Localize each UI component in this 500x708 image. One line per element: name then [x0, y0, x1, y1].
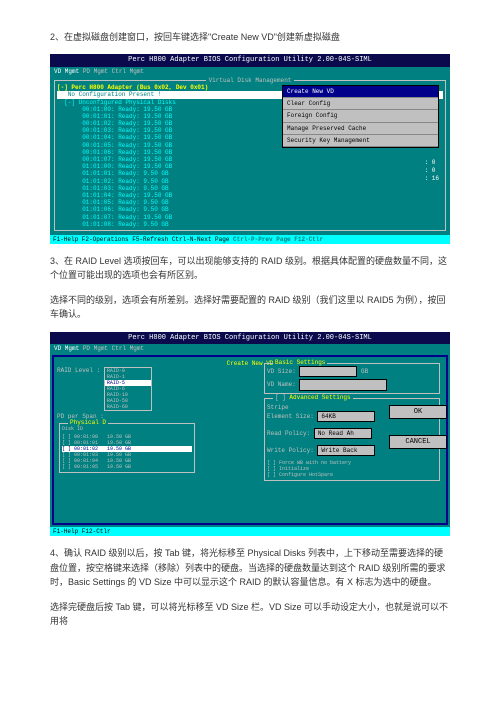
write-policy-label: Write Policy: — [267, 447, 314, 454]
step4-text-1: 4、确认 RAID 级别以后，按 Tab 键，将光标移至 Physical Di… — [50, 546, 450, 589]
menu-bar: VD Mgmt PD Mgmt Ctrl Mgmt — [50, 67, 450, 76]
basic-settings-title: Basic Settings — [273, 359, 327, 366]
step3-text-1: 3、在 RAID Level 选项按回车，可以出现能够支持的 RAID 级别。根… — [50, 254, 450, 283]
menu-vd[interactable]: VD Mgmt — [54, 68, 79, 75]
physical-disks-title: Physical D — [68, 419, 108, 426]
disk-row[interactable]: 01:01:01: Ready: 9.50 GB — [57, 170, 443, 177]
disk-row[interactable]: 01:01:00: Ready: 19.50 GB — [57, 163, 443, 170]
vdsize-field[interactable] — [299, 366, 357, 377]
terminal-body-2: Create New VD RAID Level : RAID-0RAID-1R… — [50, 353, 450, 527]
disk-row[interactable]: 01:01:05: Ready: 9.50 GB — [57, 199, 443, 206]
step2-text: 2、在虚拟磁盘创建窗口，按回车键选择"Create New VD"创建新虚拟磁盘 — [50, 30, 450, 44]
context-popup: Create New VDClear ConfigForeign ConfigM… — [282, 85, 439, 148]
vdsize-label: VD Size: — [267, 368, 296, 375]
create-vd-panel: Create New VD RAID Level : RAID-0RAID-1R… — [52, 355, 448, 525]
vdm-box: Virtual Disk Management [-] Perc H800 Ad… — [54, 80, 446, 231]
advanced-settings-group: [ ] Advanced Settings Stripe Element Siz… — [264, 398, 440, 482]
stripe-field[interactable]: 64KB — [317, 411, 375, 422]
step3-text-2: 选择不同的级别，选项会有所差别。选择好需要配置的 RAID 级别（我们这里以 R… — [50, 293, 450, 322]
write-policy-field[interactable]: Write Back — [317, 445, 375, 456]
step4-text-2: 选择完硬盘后按 Tab 键，可以将光标移至 VD Size 栏。VD Size … — [50, 600, 450, 629]
popup-item[interactable]: Foreign Config — [283, 110, 438, 122]
raid-level-dropdown[interactable]: RAID-0RAID-1RAID-5RAID-6RAID-10RAID-50RA… — [104, 367, 152, 411]
menu-rest: PD Mgmt Ctrl Mgmt — [79, 68, 144, 75]
vdname-field[interactable] — [299, 379, 387, 390]
disk-row[interactable]: 01:01:02: Ready: 9.50 GB — [57, 178, 443, 185]
vdname-label: VD Name: — [267, 381, 296, 388]
disk-row[interactable]: 00:01:07: Ready: 19.50 GB — [57, 156, 443, 163]
read-policy-field[interactable]: No Read Ah — [314, 428, 372, 439]
popup-item[interactable]: Create New VD — [283, 86, 438, 98]
window-title: Perc H800 Adapter BIOS Configuration Uti… — [50, 54, 450, 66]
diskid-header: Disk ID — [62, 426, 192, 432]
disk-row[interactable]: 01:01:06: Ready: 9.50 GB — [57, 206, 443, 213]
disk-row[interactable]: 01:01:08: Ready: 9.50 GB — [57, 221, 443, 228]
popup-item[interactable]: Security Key Management — [283, 135, 438, 147]
disk-row[interactable]: 01:01:03: Ready: 9.50 GB — [57, 185, 443, 192]
popup-item[interactable]: Clear Config — [283, 98, 438, 110]
raid-option[interactable]: RAID-60 — [105, 404, 151, 410]
menu-vd-2[interactable]: VD Mgmt — [54, 345, 79, 352]
pd-row[interactable]: [ ] 00:01:05 19.50 GB — [62, 464, 192, 470]
terminal-body: Virtual Disk Management [-] Perc H800 Ad… — [50, 76, 450, 235]
disk-row[interactable]: 01:01:07: Ready: 19.50 GB — [57, 214, 443, 221]
write-options[interactable]: [ ] Force WB with no battery [ ] Initial… — [267, 460, 389, 478]
disk-row[interactable]: 01:01:04: Ready: 19.50 GB — [57, 192, 443, 199]
stripe-label: Stripe Element Size: — [267, 404, 314, 420]
read-policy-label: Read Policy: — [267, 430, 310, 437]
popup-item[interactable]: Manage Preserved Cache — [283, 123, 438, 135]
window-title-2: Perc H800 Adapter BIOS Configuration Uti… — [50, 332, 450, 344]
footer-bar-2: F1-Help F12-Ctlr — [50, 527, 450, 536]
ok-button[interactable]: OK — [389, 405, 447, 419]
cancel-button[interactable]: CANCEL — [389, 435, 447, 449]
pd-list[interactable]: [ ] 00:01:00 19.50 GB[ ] 00:01:01 19.50 … — [62, 434, 192, 470]
raid-level-label: RAID Level : — [57, 367, 100, 374]
screenshot-1: Perc H800 Adapter BIOS Configuration Uti… — [50, 54, 450, 244]
disk-row[interactable]: 00:01:06: Ready: 19.50 GB — [57, 149, 443, 156]
adv-settings-title: Advanced Settings — [289, 394, 350, 401]
vdm-title: Virtual Disk Management — [206, 77, 295, 84]
footer-bar-1: F1-Help F2-Operations F5-Refresh Ctrl-N-… — [50, 235, 450, 244]
right-column: Basic Settings VD Size: GB VD Name: [ ] … — [262, 361, 442, 483]
basic-settings-group: Basic Settings VD Size: GB VD Name: — [264, 363, 440, 393]
screenshot-2: Perc H800 Adapter BIOS Configuration Uti… — [50, 332, 450, 537]
menu-bar-2: VD Mgmt PD Mgmt Ctrl Mgmt — [50, 344, 450, 353]
physical-disks-group: Physical D Disk ID [ ] 00:01:00 19.50 GB… — [59, 423, 195, 473]
side-counts: : 0 : 0 : 16 — [425, 159, 439, 182]
